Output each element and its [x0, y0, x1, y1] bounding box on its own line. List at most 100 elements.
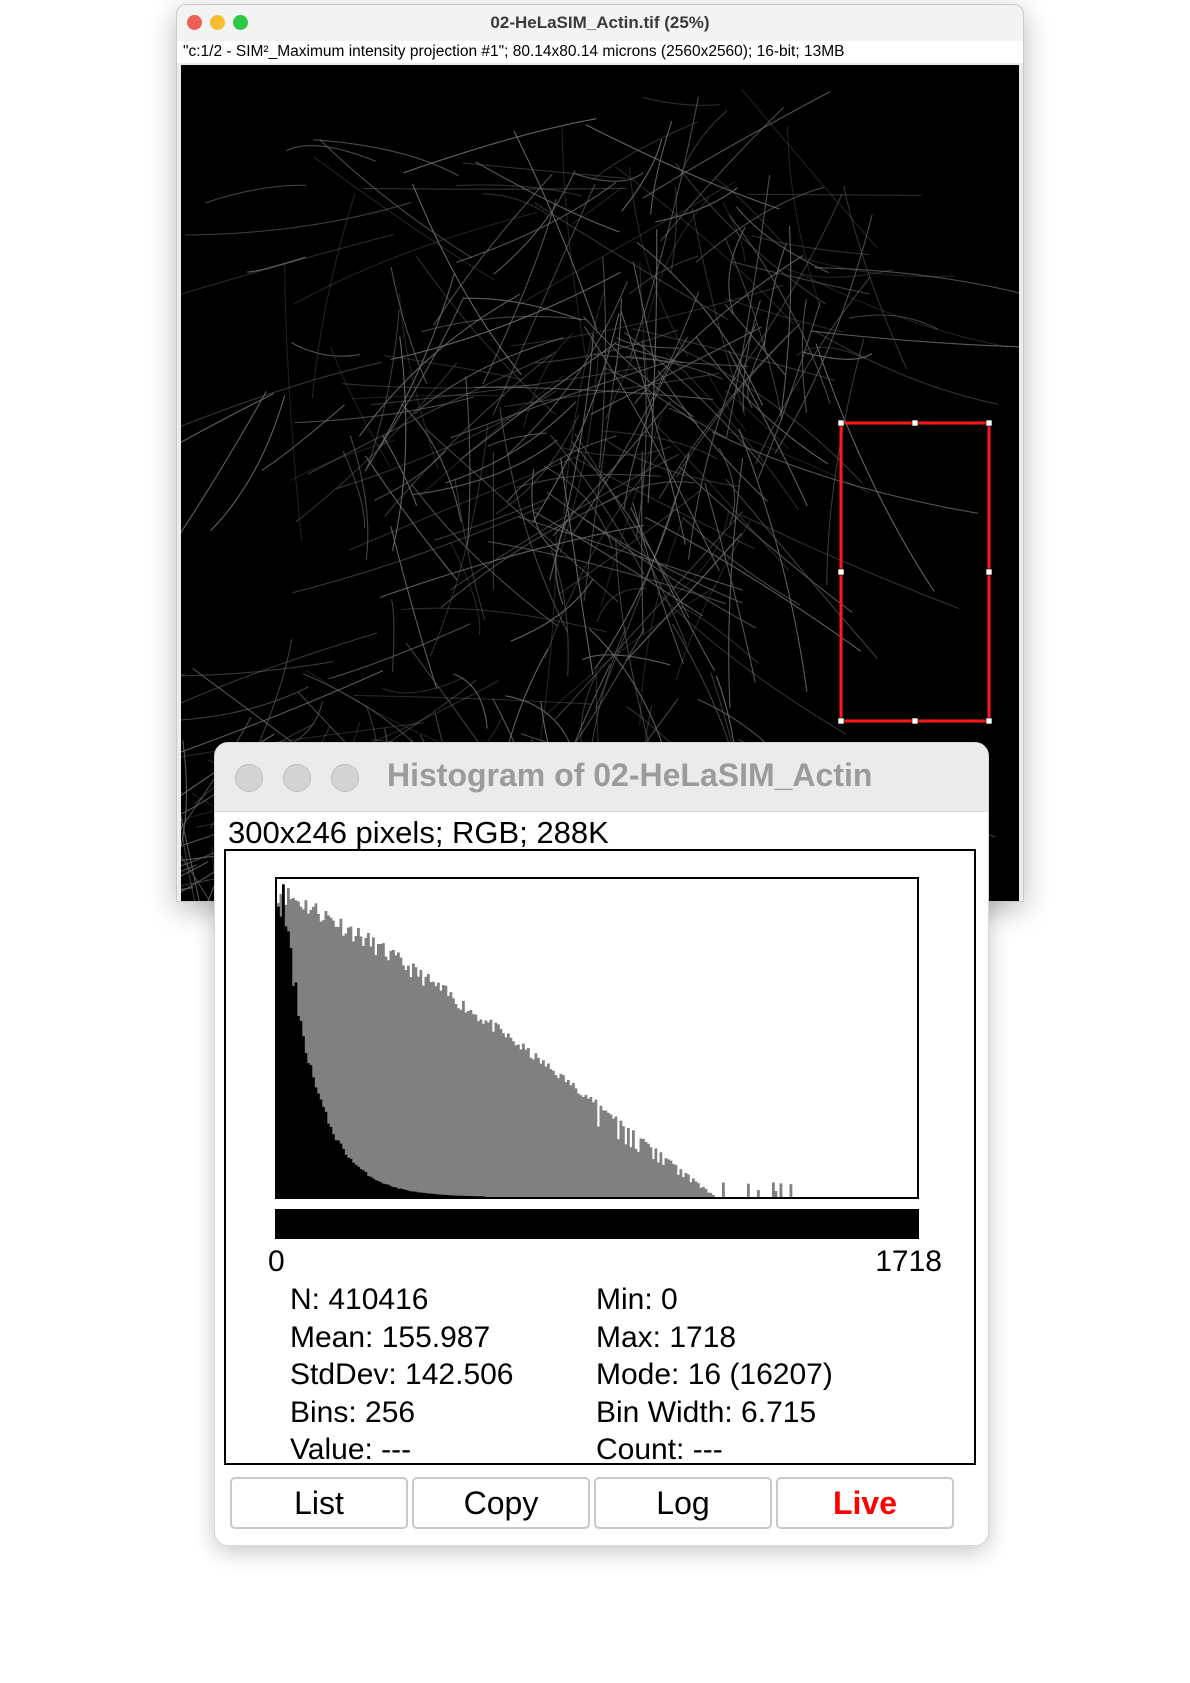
histogram-bar	[312, 1077, 315, 1197]
histogram-log-bar	[634, 1148, 638, 1197]
histogram-log-bar	[519, 1049, 523, 1197]
histogram-button-row: List Copy Log Live	[230, 1477, 970, 1531]
histogram-log-bar	[562, 1075, 565, 1197]
histogram-window[interactable]: Histogram of 02-HeLaSIM_Actin 300x246 pi…	[214, 742, 989, 1546]
histogram-bar	[339, 1143, 343, 1197]
close-window-button[interactable]	[235, 764, 263, 792]
histogram-log-bar	[467, 1010, 470, 1197]
histogram-log-bar	[592, 1102, 595, 1197]
histogram-log-bar	[594, 1099, 598, 1197]
stat-n: N: 410416	[290, 1283, 429, 1316]
histogram-bar	[382, 1183, 385, 1197]
histogram-plot[interactable]	[275, 877, 919, 1199]
histogram-log-bar	[697, 1183, 700, 1197]
histogram-window-titlebar[interactable]: Histogram of 02-HeLaSIM_Actin	[215, 743, 988, 812]
histogram-bar	[314, 1087, 318, 1197]
histogram-log-bar	[602, 1110, 605, 1197]
histogram-log-bar	[507, 1033, 510, 1197]
histogram-log-bar	[547, 1063, 550, 1197]
histogram-bar	[282, 884, 285, 1197]
histogram-log-bar	[604, 1110, 608, 1197]
histogram-log-bar	[517, 1044, 520, 1197]
histogram-log-bar	[774, 1191, 778, 1197]
histogram-log-bar	[627, 1127, 630, 1197]
histogram-log-bar	[557, 1078, 560, 1197]
histogram-log-bar	[579, 1095, 583, 1197]
histogram-bar	[357, 1166, 360, 1197]
histogram-bar	[287, 931, 290, 1197]
histogram-log-bar	[597, 1126, 600, 1197]
histogram-bar	[439, 1194, 443, 1197]
histogram-image-info: 300x246 pixels; RGB; 288K	[228, 815, 609, 850]
histogram-log-bar	[657, 1162, 660, 1197]
histogram-bar	[374, 1180, 378, 1197]
histogram-log-bar	[397, 952, 400, 1197]
histogram-bar	[427, 1193, 430, 1197]
histogram-log-bar	[419, 970, 423, 1197]
histogram-bar	[442, 1194, 445, 1197]
histogram-log-bar	[527, 1047, 530, 1197]
zoom-window-button[interactable]	[331, 764, 359, 792]
stat-max: Max: 1718	[596, 1320, 737, 1354]
histogram-log-bar	[409, 977, 413, 1197]
histogram-log-bar	[692, 1178, 695, 1197]
histogram-bar	[469, 1196, 473, 1197]
histogram-log-bar	[564, 1082, 568, 1197]
histogram-log-bar	[384, 956, 388, 1197]
histogram-log-bar	[772, 1182, 775, 1197]
histogram-log-bar	[669, 1160, 673, 1197]
histogram-log-bar	[432, 981, 435, 1197]
histogram-log-bar	[612, 1118, 615, 1197]
histogram-bar	[384, 1184, 388, 1197]
stat-value: Value: ---	[290, 1433, 412, 1466]
histogram-bar	[334, 1140, 338, 1197]
histogram-log-bar	[622, 1126, 625, 1197]
image-window-title: 02-HeLaSIM_Actin.tif (25%)	[490, 13, 710, 32]
histogram-log-bar	[647, 1143, 650, 1197]
histogram-bar	[454, 1195, 458, 1197]
lut-bar	[275, 1209, 919, 1239]
histogram-log-bar	[474, 1014, 478, 1197]
log-button[interactable]: Log	[594, 1477, 772, 1529]
histogram-log-bar	[387, 960, 390, 1197]
histogram-log-bar	[449, 992, 453, 1197]
histogram-bar	[302, 1036, 305, 1197]
histogram-log-bar	[712, 1195, 715, 1197]
histogram-log-bar	[504, 1037, 508, 1197]
histogram-bar	[362, 1170, 365, 1197]
histogram-log-bar	[457, 1008, 460, 1197]
histogram-log-bar	[537, 1057, 540, 1197]
histogram-log-bar	[532, 1059, 535, 1197]
histogram-bar	[479, 1196, 483, 1197]
histogram-log-bar	[429, 982, 433, 1197]
histogram-log-bar	[667, 1159, 670, 1197]
histogram-bar	[304, 1053, 308, 1197]
histogram-log-bar	[377, 943, 380, 1197]
histogram-log-bar	[424, 976, 428, 1197]
histogram-log-bar	[549, 1069, 553, 1197]
list-button[interactable]: List	[230, 1477, 408, 1529]
histogram-bar	[482, 1196, 485, 1197]
live-button[interactable]: Live	[776, 1477, 954, 1529]
image-window-titlebar[interactable]: 02-HeLaSIM_Actin.tif (25%)	[177, 5, 1023, 41]
histogram-bar	[379, 1182, 383, 1197]
histogram-log-bar	[639, 1138, 643, 1197]
histogram-log-bar	[489, 1019, 493, 1197]
histogram-bar	[419, 1192, 423, 1197]
histogram-log-bar	[609, 1114, 613, 1197]
histogram-panel: 0 1718 N: 410416 Mean: 155.987 StdDev: 1…	[224, 849, 976, 1466]
histogram-log-bar	[534, 1053, 538, 1197]
histogram-bar	[299, 1020, 303, 1197]
histogram-log-bar	[617, 1139, 620, 1197]
copy-button[interactable]: Copy	[412, 1477, 590, 1529]
histogram-bar	[404, 1189, 408, 1197]
histogram-log-bar	[544, 1066, 548, 1197]
histogram-bar	[409, 1191, 413, 1197]
histogram-log-bar	[482, 1023, 485, 1197]
histogram-log-bar	[462, 1000, 465, 1197]
minimize-window-button[interactable]	[283, 764, 311, 792]
histogram-bar	[447, 1195, 450, 1197]
histogram-bar	[297, 1015, 300, 1197]
histogram-log-bar	[407, 965, 410, 1197]
histogram-log-bar	[599, 1105, 603, 1197]
